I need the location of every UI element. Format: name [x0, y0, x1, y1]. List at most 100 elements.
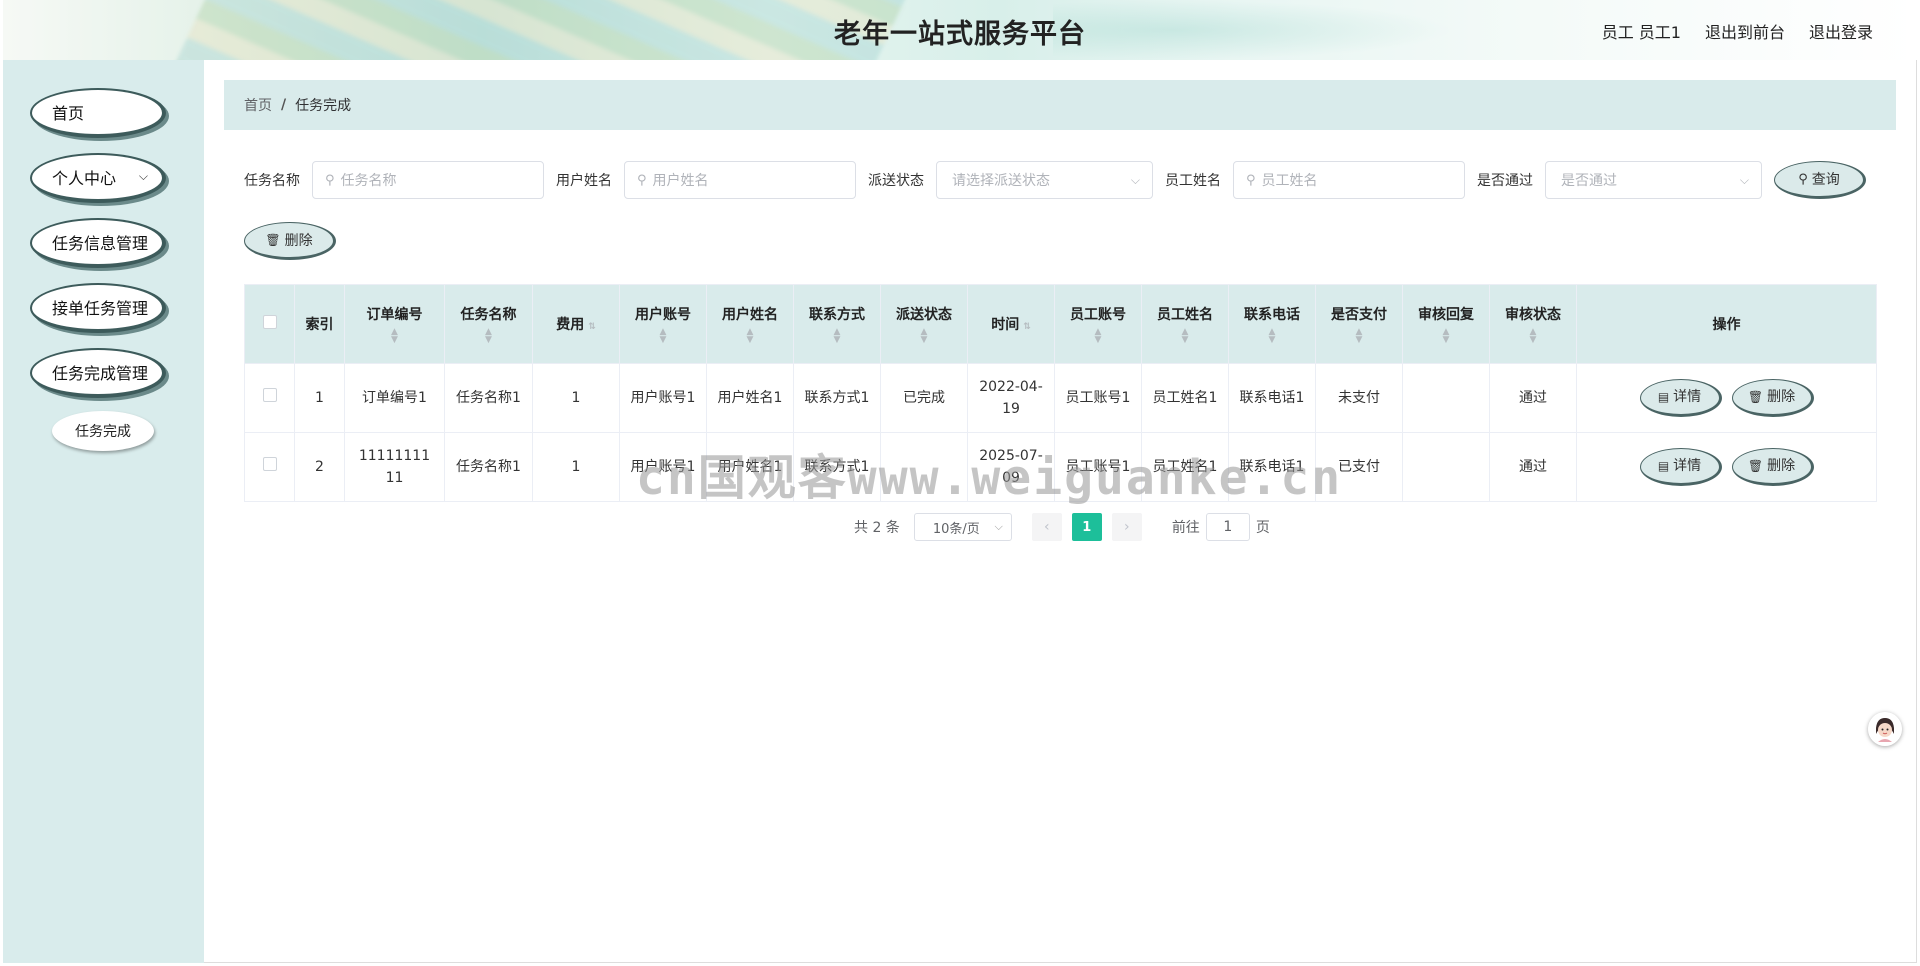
task-complete-table: 索引 订单编号 ▲ ▼ 任务名称 ▲ ▼ 费用 ⇅ 用户账号 ▲ ▼ 用户姓名 ▲ ▼ 联系方式 ▲…: [244, 284, 1877, 502]
staff-name-input[interactable]: ⚲ 员工姓名: [1233, 161, 1465, 199]
sort-icon[interactable]: ▲ ▼: [1403, 328, 1489, 345]
sort-icon[interactable]: ▲ ▼: [445, 328, 532, 345]
row-select-cell[interactable]: [244, 363, 295, 433]
sort-icon[interactable]: ▲ ▼: [794, 328, 880, 345]
sidebar-item-personal-center[interactable]: 个人中心 ⌵: [30, 153, 166, 203]
header-label: 员工姓名: [1157, 307, 1213, 323]
top-header: 老年一站式服务平台 员工 员工1 退出到前台 退出登录: [3, 0, 1917, 60]
select-all-cell[interactable]: [244, 284, 295, 364]
sort-icon[interactable]: ▲ ▼: [1055, 328, 1141, 345]
user-name-label: 用户姓名: [556, 173, 612, 189]
header-label: 订单编号: [366, 307, 423, 323]
sort-icon[interactable]: ▲ ▼: [707, 328, 793, 345]
task-name-label: 任务名称: [244, 173, 300, 189]
header-dispatch[interactable]: 派送状态 ▲ ▼: [880, 284, 968, 364]
row-checkbox[interactable]: [262, 388, 277, 402]
chevron-right-icon: ›: [1124, 519, 1130, 535]
page-number-current[interactable]: 1: [1071, 513, 1102, 541]
sidebar-item-home[interactable]: 首页: [30, 88, 166, 138]
header-status[interactable]: 审核状态 ▲ ▼: [1489, 284, 1577, 364]
delete-button-label: 删除: [1767, 389, 1796, 405]
pagination-total: 共 2 条: [854, 520, 900, 536]
current-user-label: 员工 员工1: [1601, 23, 1681, 42]
user-name-input[interactable]: ⚲ 用户姓名: [624, 161, 856, 199]
sort-icon[interactable]: ▲ ▼: [345, 328, 444, 345]
sidebar-subitem-task-complete[interactable]: 任务完成: [52, 411, 154, 451]
header-staff-account[interactable]: 员工账号 ▲ ▼: [1054, 284, 1142, 364]
search-button[interactable]: ⚲ 查询: [1774, 161, 1866, 199]
dispatch-status-select[interactable]: 请选择派送状态 ⌵: [936, 161, 1153, 199]
breadcrumb-separator: /: [281, 97, 287, 113]
sort-icon[interactable]: ▲ ▼: [881, 328, 967, 345]
cell-reply: [1402, 363, 1490, 433]
header-reply[interactable]: 审核回复 ▲ ▼: [1402, 284, 1490, 364]
sidebar-item-accepted-tasks[interactable]: 接单任务管理: [30, 283, 166, 333]
chevron-down-icon: ⌵: [1739, 172, 1749, 187]
sort-icon[interactable]: ⇅: [588, 322, 596, 332]
task-name-input[interactable]: ⚲ 任务名称: [312, 161, 544, 199]
header-task-name[interactable]: 任务名称 ▲ ▼: [444, 284, 533, 364]
detail-button-label: 详情: [1673, 389, 1702, 405]
cell-dispatch: [880, 432, 968, 502]
header-label: 用户账号: [635, 307, 691, 323]
sort-icon[interactable]: ▲ ▼: [620, 328, 706, 345]
goto-prefix: 前往: [1171, 520, 1200, 536]
header-user-account[interactable]: 用户账号 ▲ ▼: [619, 284, 707, 364]
sort-icon[interactable]: ▲ ▼: [1229, 328, 1315, 345]
cell-phone: 联系电话1: [1228, 432, 1316, 502]
row-select-cell[interactable]: [244, 432, 295, 502]
sort-icon[interactable]: ⇅: [1023, 322, 1031, 332]
header-label: 时间: [991, 317, 1020, 333]
search-button-label: 查询: [1811, 172, 1840, 188]
header-paid[interactable]: 是否支付 ▲ ▼: [1315, 284, 1403, 364]
cell-user-account: 用户账号1: [619, 432, 707, 502]
search-icon: ⚲: [325, 172, 335, 188]
cell-phone: 联系电话1: [1228, 363, 1316, 433]
select-all-checkbox[interactable]: [262, 315, 277, 329]
delete-button[interactable]: 🗑 删除: [1731, 448, 1814, 486]
next-page-button[interactable]: ›: [1111, 513, 1142, 541]
sort-icon[interactable]: ▲ ▼: [1142, 328, 1228, 345]
cell-staff-name: 员工姓名1: [1141, 432, 1229, 502]
prev-page-button[interactable]: ‹: [1031, 513, 1062, 541]
header-user-name[interactable]: 用户姓名 ▲ ▼: [706, 284, 794, 364]
sidebar-item-task-info[interactable]: 任务信息管理: [30, 218, 166, 268]
goto-page-input[interactable]: 1: [1205, 513, 1250, 541]
cell-user-name: 用户姓名1: [706, 432, 794, 502]
chevron-down-icon: ⌵: [138, 169, 148, 183]
cell-task-name: 任务名称1: [444, 363, 533, 433]
batch-delete-button[interactable]: 🗑 删除: [244, 222, 336, 260]
cell-time: 2025-07-09: [967, 432, 1055, 502]
delete-button[interactable]: 🗑 删除: [1731, 379, 1814, 417]
detail-button[interactable]: ▤ 详情: [1639, 448, 1722, 486]
sidebar-item-task-complete-manage[interactable]: 任务完成管理: [30, 348, 166, 398]
exit-to-front-link[interactable]: 退出到前台: [1705, 19, 1785, 43]
assistant-avatar-icon[interactable]: [1868, 712, 1902, 746]
document-icon: ▤: [1657, 390, 1670, 404]
search-icon: ⚲: [1798, 171, 1808, 187]
header-fee[interactable]: 费用 ⇅: [532, 284, 620, 364]
row-checkbox[interactable]: [262, 457, 277, 471]
approved-label: 是否通过: [1477, 173, 1533, 189]
cell-index: 2: [294, 432, 345, 502]
sort-icon[interactable]: ▲ ▼: [1316, 328, 1402, 345]
sidebar-item-label: 个人中心: [52, 169, 117, 188]
sort-icon[interactable]: ▲ ▼: [1490, 328, 1576, 345]
header-time[interactable]: 时间 ⇅: [967, 284, 1055, 364]
logout-link[interactable]: 退出登录: [1809, 19, 1873, 43]
approved-select[interactable]: 是否通过 ⌵: [1545, 161, 1762, 199]
cell-fee: 1: [532, 432, 620, 502]
header-staff-name[interactable]: 员工姓名 ▲ ▼: [1141, 284, 1229, 364]
page-size-select[interactable]: 10条/页 ⌵: [913, 513, 1012, 541]
breadcrumb-home[interactable]: 首页: [244, 95, 272, 115]
header-phone[interactable]: 联系电话 ▲ ▼: [1228, 284, 1316, 364]
pagination: 共 2 条 10条/页 ⌵ ‹ 1 › 前往 1 页: [854, 512, 1270, 542]
header-contact[interactable]: 联系方式 ▲ ▼: [793, 284, 881, 364]
header-label: 审核回复: [1418, 307, 1474, 323]
cell-order-no: 订单编号1: [344, 363, 445, 433]
header-order-no[interactable]: 订单编号 ▲ ▼: [344, 284, 445, 364]
task-name-placeholder: 任务名称: [340, 173, 397, 189]
dispatch-status-label: 派送状态: [868, 173, 924, 189]
detail-button[interactable]: ▤ 详情: [1639, 379, 1722, 417]
cell-reply: [1402, 432, 1490, 502]
